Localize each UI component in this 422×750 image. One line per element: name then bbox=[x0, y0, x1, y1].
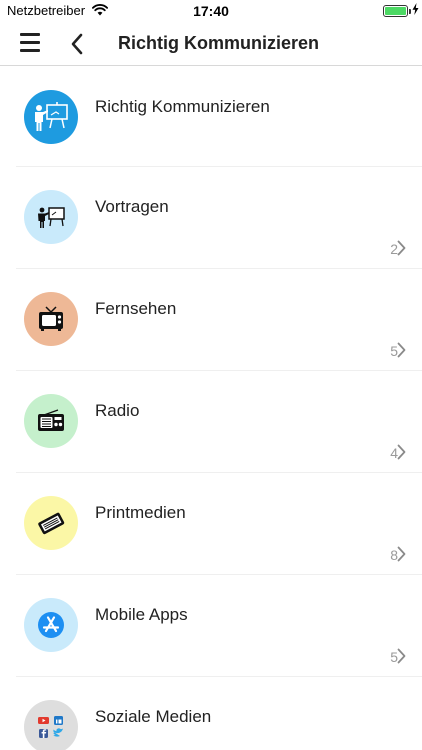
list-item-label: Radio bbox=[95, 401, 140, 420]
back-chevron-icon[interactable] bbox=[66, 31, 90, 57]
hamburger-menu-icon[interactable] bbox=[20, 33, 42, 53]
list-item-label: Mobile Apps bbox=[95, 605, 188, 624]
chevron-right-icon bbox=[397, 444, 406, 460]
topic-list: Richtig Kommunizieren Vortragen 2 Fernse… bbox=[0, 67, 422, 750]
list-item-printmedien[interactable]: Printmedien 8 bbox=[16, 473, 422, 575]
list-item-mobile-apps[interactable]: Mobile Apps 5 bbox=[16, 575, 422, 677]
list-item-label: Soziale Medien bbox=[95, 707, 212, 726]
status-time: 17:40 bbox=[193, 3, 229, 19]
list-item-label: Vortragen bbox=[95, 197, 169, 216]
status-bar: Netzbetreiber 17:40 bbox=[0, 0, 422, 22]
navigation-bar: Richtig Kommunizieren bbox=[0, 22, 422, 66]
radio-icon bbox=[24, 394, 78, 448]
header-title: Richtig Kommunizieren bbox=[95, 97, 270, 116]
page-title: Richtig Kommunizieren bbox=[118, 33, 320, 53]
newspaper-icon bbox=[24, 496, 78, 550]
list-item-soziale-medien[interactable]: Soziale Medien bbox=[16, 677, 422, 750]
list-item-radio[interactable]: Radio 4 bbox=[16, 371, 422, 473]
chevron-right-icon bbox=[397, 648, 406, 664]
header-row: Richtig Kommunizieren bbox=[16, 67, 422, 167]
presenter-icon bbox=[24, 90, 78, 144]
charging-bolt-icon bbox=[412, 3, 419, 15]
presenter-board-icon bbox=[24, 190, 78, 244]
chevron-right-icon bbox=[397, 342, 406, 358]
app-store-icon bbox=[24, 598, 78, 652]
battery-cap bbox=[409, 9, 411, 14]
list-item-label: Fernsehen bbox=[95, 299, 177, 318]
list-item-fernsehen[interactable]: Fernsehen 5 bbox=[16, 269, 422, 371]
list-item-label: Printmedien bbox=[95, 503, 186, 522]
chevron-right-icon bbox=[397, 546, 406, 562]
battery-icon bbox=[383, 5, 408, 17]
list-item-vortragen[interactable]: Vortragen 2 bbox=[16, 167, 422, 269]
social-media-icon bbox=[24, 700, 78, 750]
television-icon bbox=[24, 292, 78, 346]
chevron-right-icon bbox=[397, 240, 406, 256]
